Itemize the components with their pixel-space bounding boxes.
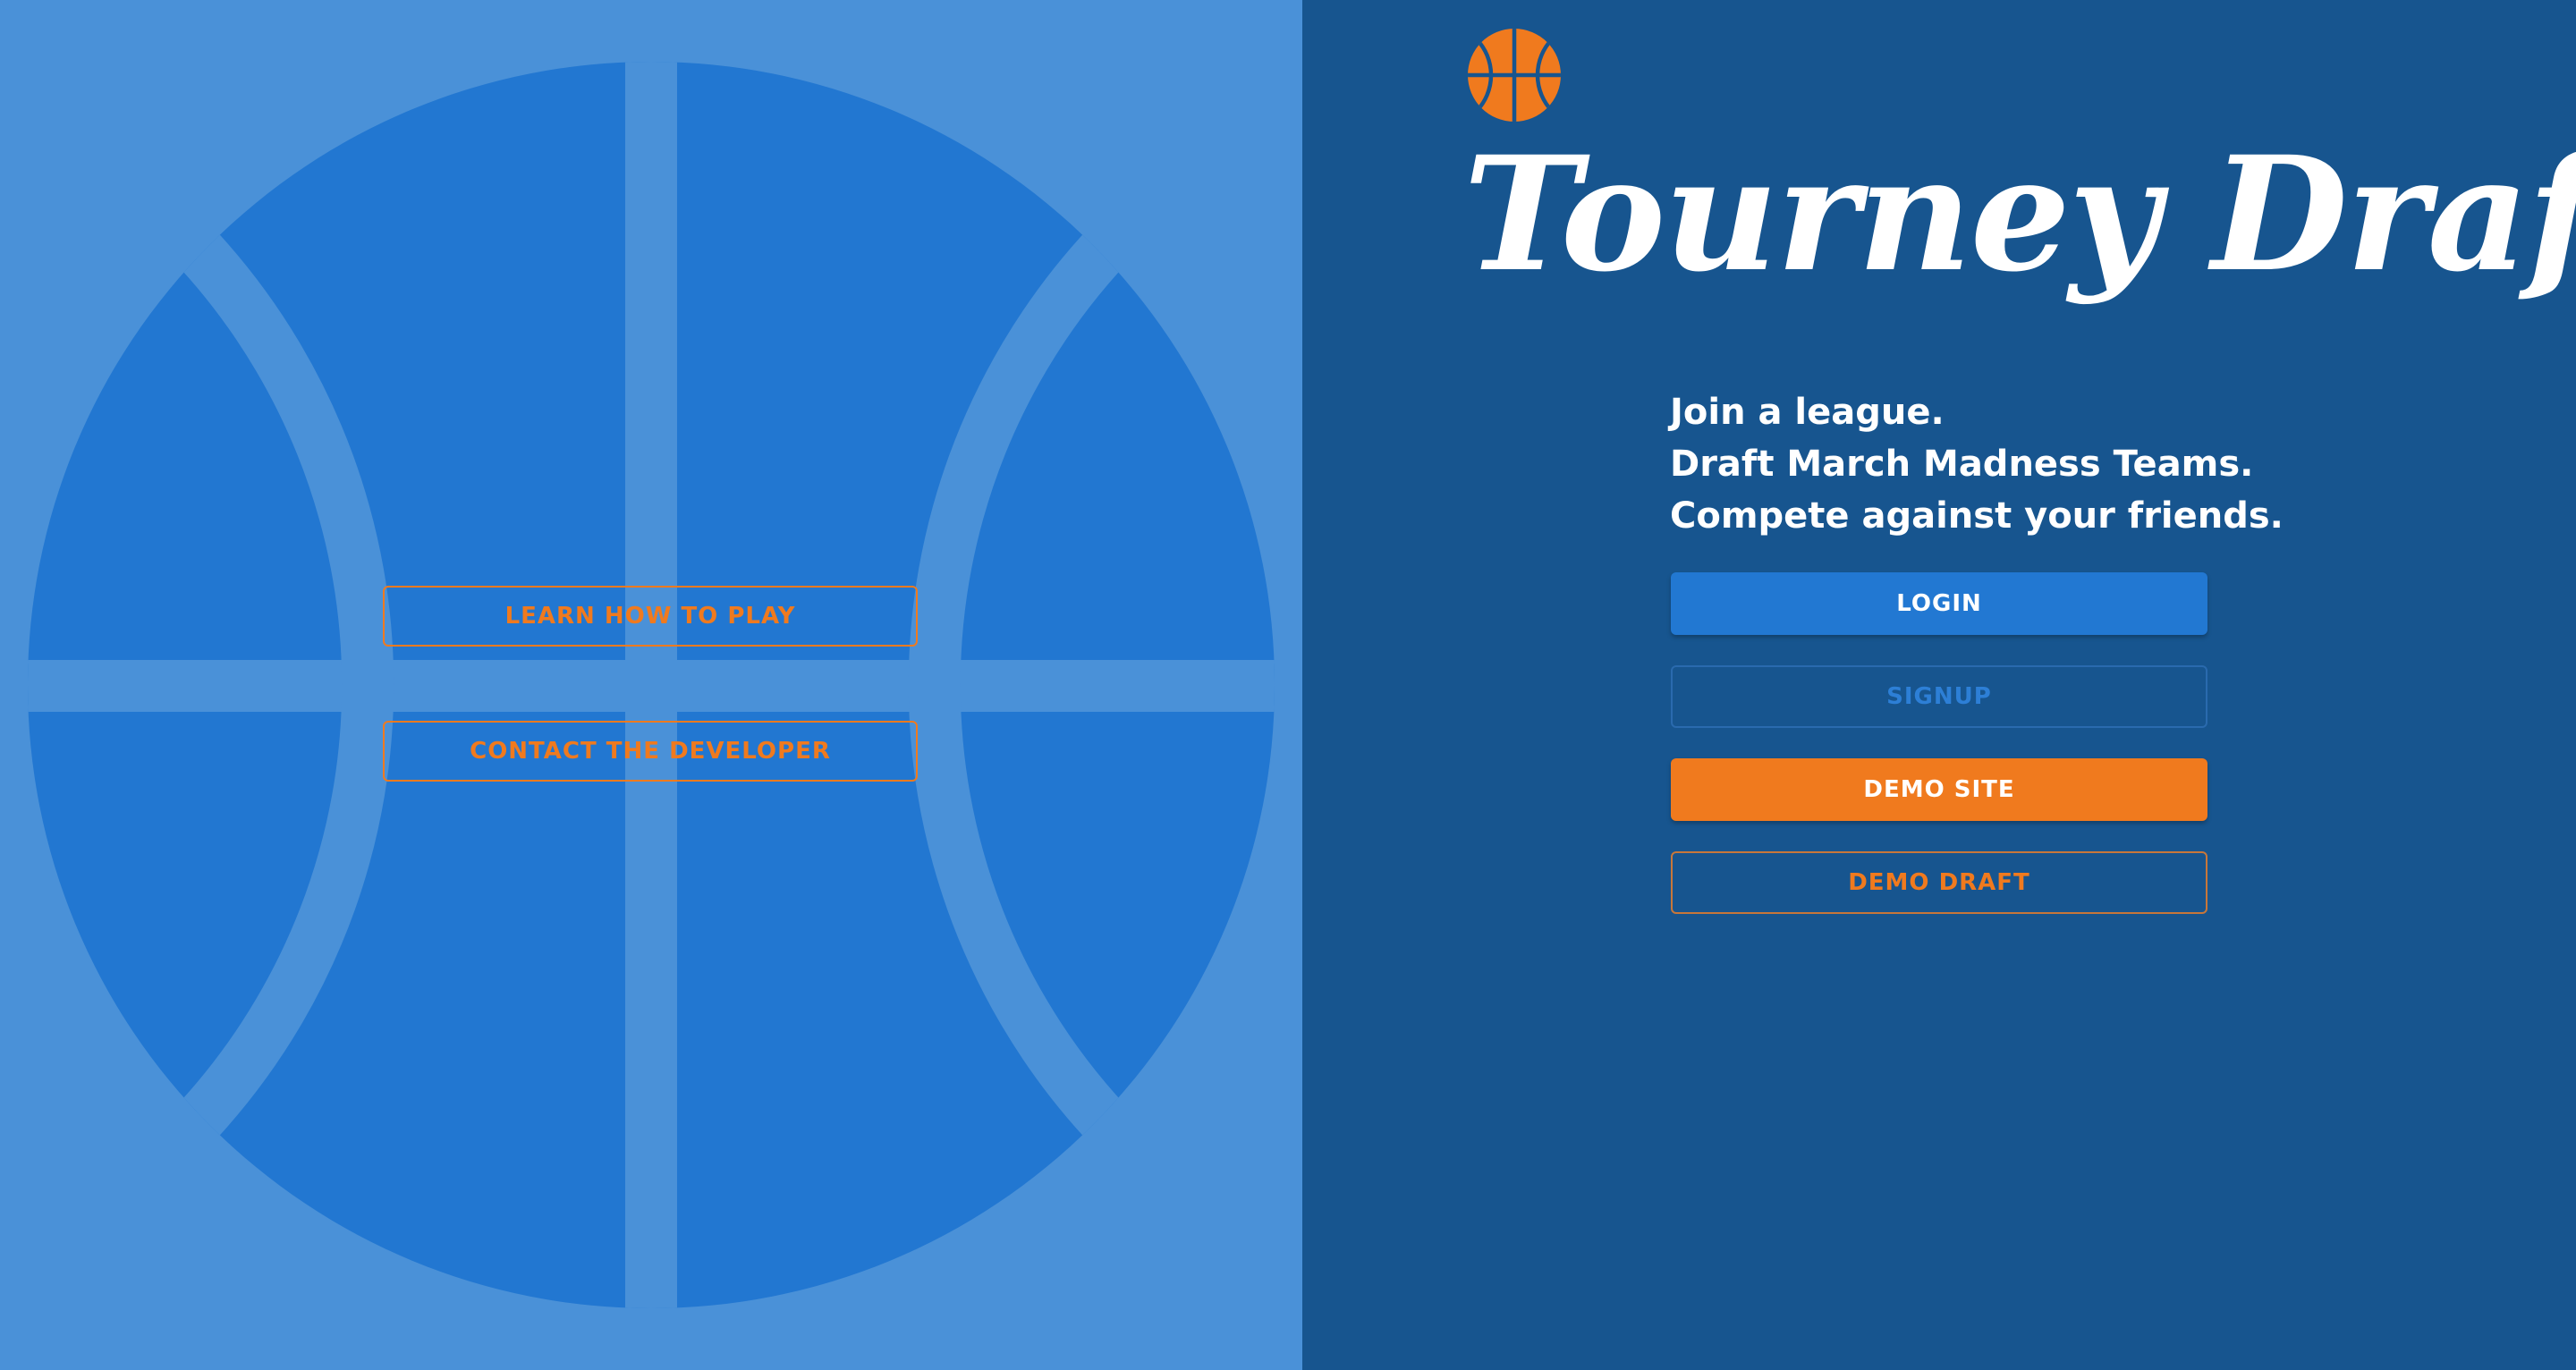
- right-panel: Tourney Draft Join a league. Draft March…: [1302, 0, 2576, 1370]
- left-panel: LEARN HOW TO PLAY CONTACT THE DEVELOPER: [0, 0, 1302, 1370]
- app-title: Tourney Draft: [1463, 122, 2576, 307]
- landing-page: LEARN HOW TO PLAY CONTACT THE DEVELOPER …: [0, 0, 2576, 1370]
- basketball-background-icon: [28, 62, 1275, 1308]
- basketball-icon: [1468, 29, 1561, 122]
- contact-developer-button[interactable]: CONTACT THE DEVELOPER: [383, 721, 918, 782]
- demo-draft-button[interactable]: DEMO DRAFT: [1671, 851, 2207, 914]
- demo-site-button[interactable]: DEMO SITE: [1671, 758, 2207, 821]
- learn-how-to-play-button[interactable]: LEARN HOW TO PLAY: [383, 586, 918, 647]
- tagline-line-2: Draft March Madness Teams.: [1670, 444, 2254, 485]
- signup-button[interactable]: SIGNUP: [1671, 665, 2207, 728]
- tagline-line-3: Compete against your friends.: [1670, 495, 2284, 537]
- login-button[interactable]: LOGIN: [1671, 572, 2207, 635]
- tagline: Join a league. Draft March Madness Teams…: [1670, 386, 2284, 542]
- tagline-line-1: Join a league.: [1670, 392, 1945, 433]
